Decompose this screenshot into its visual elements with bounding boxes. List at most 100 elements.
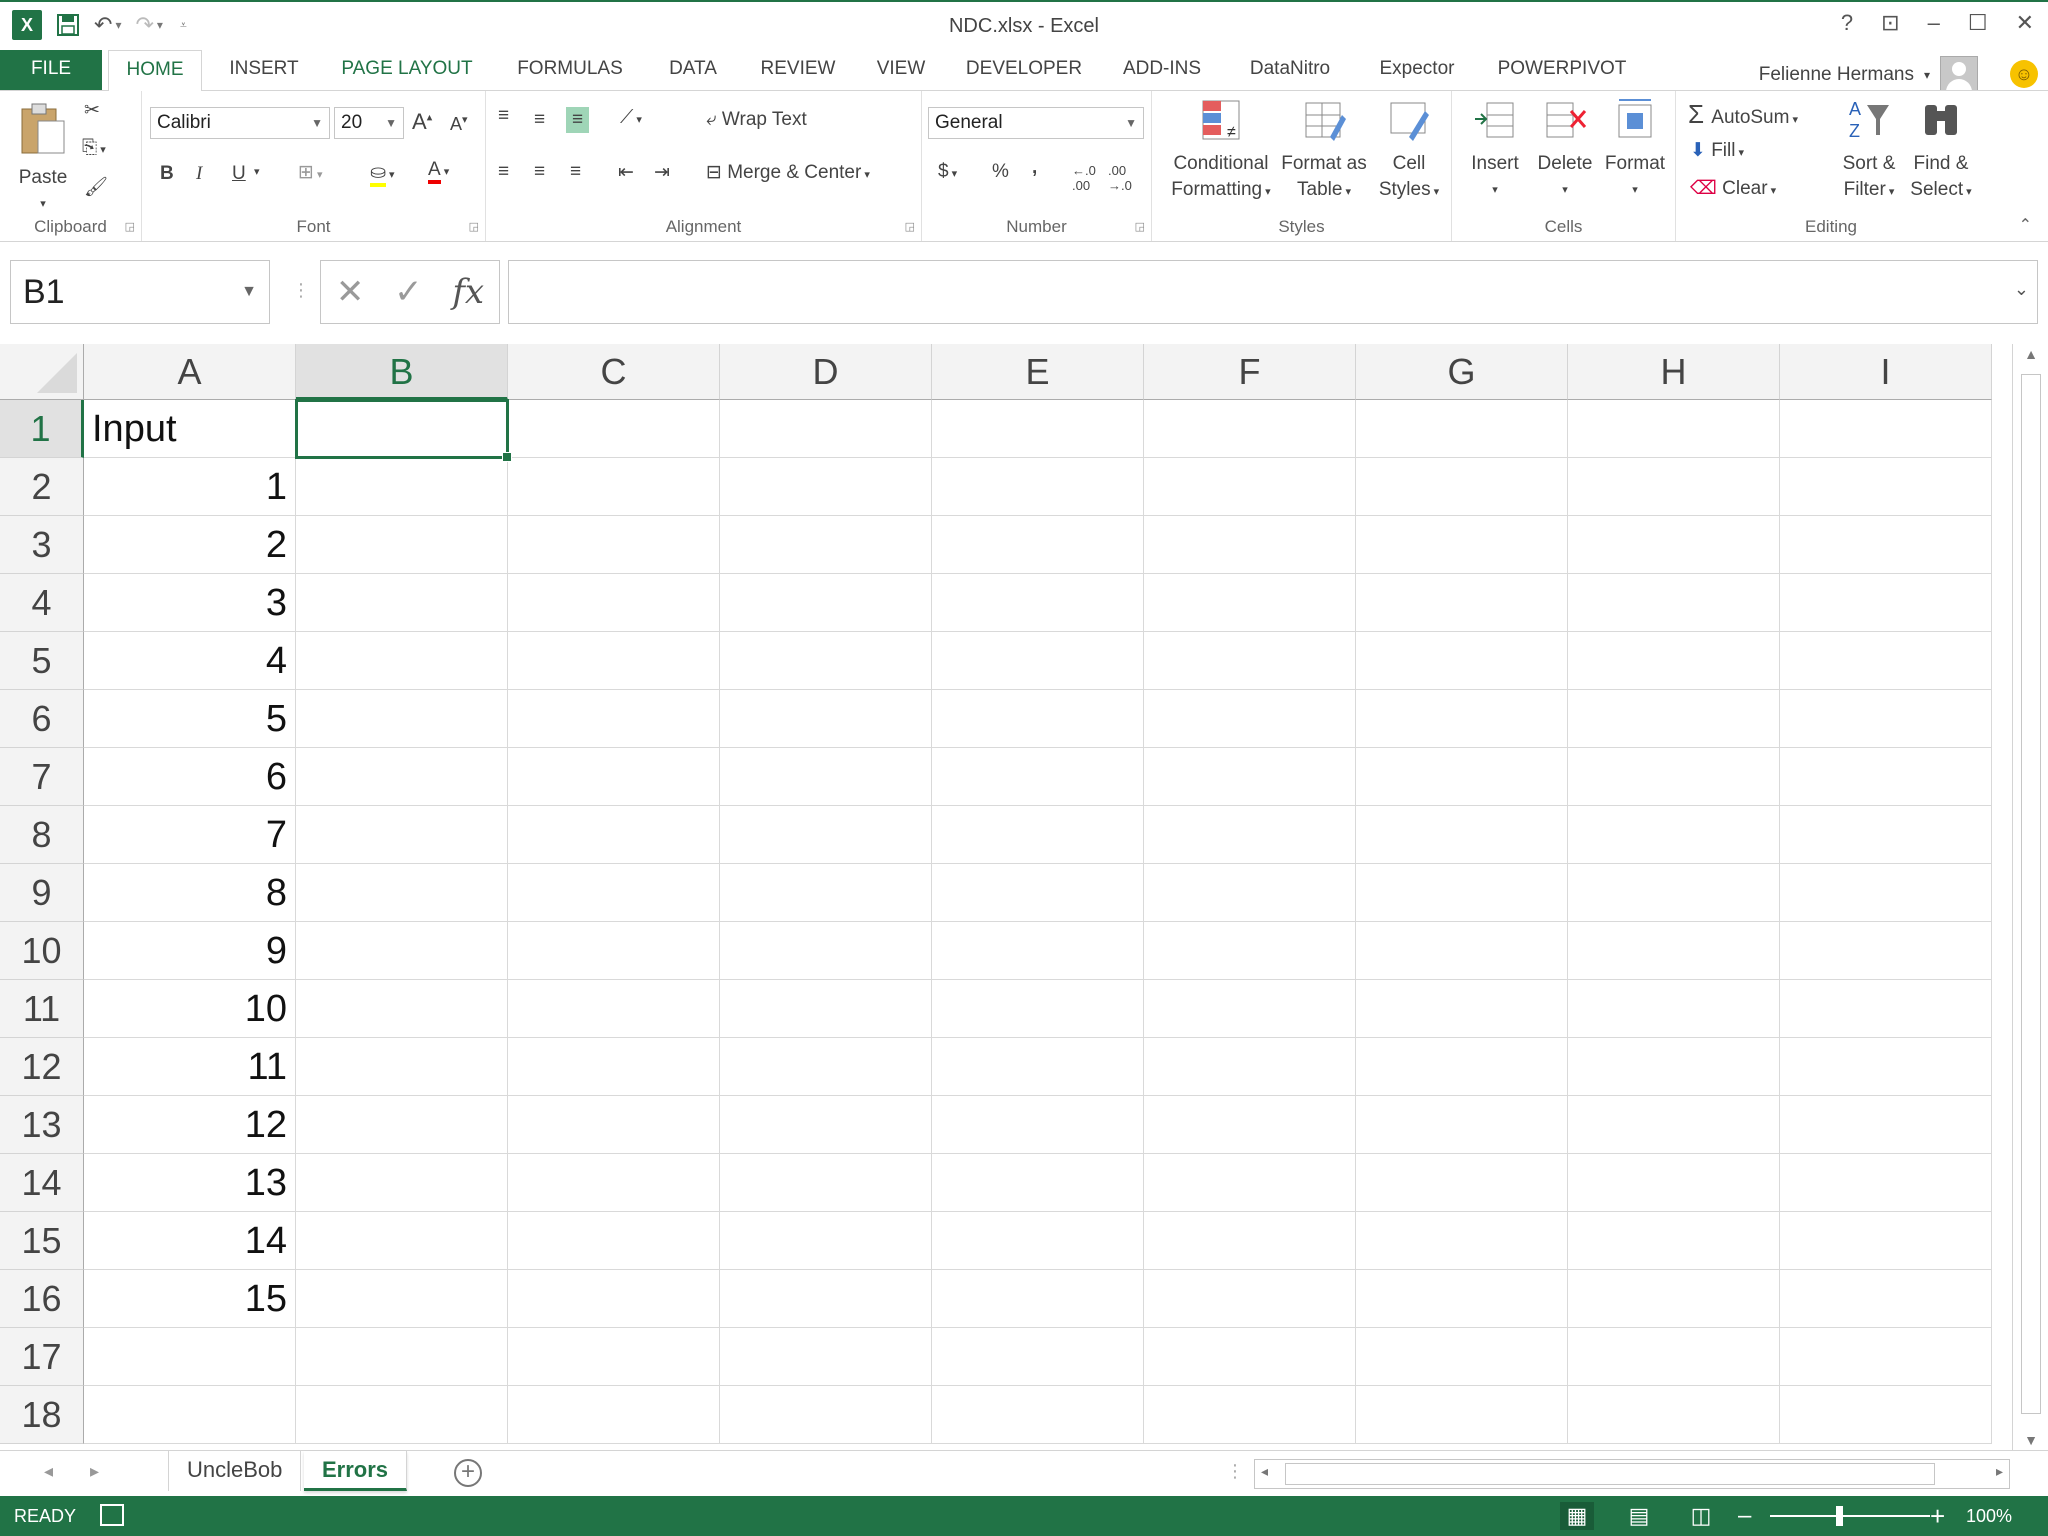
cell-g5[interactable] — [1356, 632, 1568, 690]
cell-i8[interactable] — [1780, 806, 1992, 864]
zoom-in-icon[interactable]: + — [1930, 1501, 1945, 1532]
cell-f12[interactable] — [1144, 1038, 1356, 1096]
cell-c13[interactable] — [508, 1096, 720, 1154]
cell-f7[interactable] — [1144, 748, 1356, 806]
cell-a3[interactable]: 2 — [84, 516, 296, 574]
increase-indent-icon[interactable]: ⇥ — [654, 161, 670, 184]
cell-a9[interactable]: 8 — [84, 864, 296, 922]
cell-e6[interactable] — [932, 690, 1144, 748]
name-box[interactable]: B1 ▼ — [10, 260, 270, 324]
cell-e11[interactable] — [932, 980, 1144, 1038]
cell-h13[interactable] — [1568, 1096, 1780, 1154]
column-header-a[interactable]: A — [84, 344, 296, 400]
cell-g10[interactable] — [1356, 922, 1568, 980]
cell-h1[interactable] — [1568, 400, 1780, 458]
column-header-d[interactable]: D — [720, 344, 932, 400]
cell-c12[interactable] — [508, 1038, 720, 1096]
cell-i18[interactable] — [1780, 1386, 1992, 1444]
increase-decimal-icon[interactable]: ←.0.00 — [1072, 163, 1096, 193]
borders-icon[interactable]: ⊞ ▾ — [298, 161, 323, 184]
cell-i5[interactable] — [1780, 632, 1992, 690]
vertical-scroll-thumb[interactable] — [2021, 374, 2041, 1414]
user-account[interactable]: Felienne Hermans ▾ — [1759, 56, 1978, 94]
cell-styles-button[interactable]: Cell Styles ▾ — [1374, 97, 1444, 205]
row-header-9[interactable]: 9 — [0, 864, 84, 922]
cell-b1[interactable] — [296, 400, 508, 458]
add-sheet-icon[interactable]: + — [454, 1459, 482, 1487]
cell-e1[interactable] — [932, 400, 1144, 458]
cell-b11[interactable] — [296, 980, 508, 1038]
cell-i12[interactable] — [1780, 1038, 1992, 1096]
cell-d18[interactable] — [720, 1386, 932, 1444]
cell-f18[interactable] — [1144, 1386, 1356, 1444]
wrap-text-button[interactable]: ⤶ Wrap Text — [706, 109, 807, 131]
cell-h6[interactable] — [1568, 690, 1780, 748]
cell-b9[interactable] — [296, 864, 508, 922]
maximize-icon[interactable]: ☐ — [1968, 10, 1988, 36]
cell-d15[interactable] — [720, 1212, 932, 1270]
cell-h11[interactable] — [1568, 980, 1780, 1038]
cell-c9[interactable] — [508, 864, 720, 922]
sheet-tab-errors[interactable]: Errors — [304, 1451, 408, 1491]
cell-h3[interactable] — [1568, 516, 1780, 574]
cell-a17[interactable] — [84, 1328, 296, 1386]
cell-d3[interactable] — [720, 516, 932, 574]
tab-add-ins[interactable]: ADD-INS — [1114, 50, 1210, 90]
cell-a14[interactable]: 13 — [84, 1154, 296, 1212]
row-header-2[interactable]: 2 — [0, 458, 84, 516]
bold-button[interactable]: B — [160, 163, 174, 185]
cell-e9[interactable] — [932, 864, 1144, 922]
cell-g13[interactable] — [1356, 1096, 1568, 1154]
cell-d4[interactable] — [720, 574, 932, 632]
cell-h4[interactable] — [1568, 574, 1780, 632]
cell-c5[interactable] — [508, 632, 720, 690]
scroll-up-icon[interactable]: ▲ — [2013, 346, 2048, 362]
insert-function-icon[interactable]: fx — [452, 272, 484, 312]
paste-button[interactable]: Paste ▾ — [8, 101, 78, 217]
cell-f9[interactable] — [1144, 864, 1356, 922]
cell-i9[interactable] — [1780, 864, 1992, 922]
cell-h16[interactable] — [1568, 1270, 1780, 1328]
cell-c1[interactable] — [508, 400, 720, 458]
cell-h7[interactable] — [1568, 748, 1780, 806]
cell-e10[interactable] — [932, 922, 1144, 980]
select-all-corner[interactable] — [0, 344, 84, 400]
row-header-18[interactable]: 18 — [0, 1386, 84, 1444]
column-header-h[interactable]: H — [1568, 344, 1780, 400]
minimize-icon[interactable]: – — [1928, 10, 1940, 36]
cell-f14[interactable] — [1144, 1154, 1356, 1212]
help-icon[interactable]: ? — [1841, 10, 1853, 36]
cell-d9[interactable] — [720, 864, 932, 922]
row-header-5[interactable]: 5 — [0, 632, 84, 690]
font-color-icon[interactable]: A ▾ — [428, 159, 449, 184]
dialog-launcher-icon[interactable]: ◲ — [125, 220, 135, 233]
vertical-scrollbar[interactable]: ▲ ▼ — [2012, 344, 2048, 1450]
cell-h18[interactable] — [1568, 1386, 1780, 1444]
tab-file[interactable]: FILE — [0, 50, 102, 90]
cell-i7[interactable] — [1780, 748, 1992, 806]
cell-c16[interactable] — [508, 1270, 720, 1328]
cell-i3[interactable] — [1780, 516, 1992, 574]
horizontal-scrollbar[interactable]: ◂ ▸ — [1254, 1459, 2010, 1489]
next-sheet-icon[interactable]: ▸ — [90, 1461, 99, 1482]
tab-expector[interactable]: Expector — [1370, 50, 1464, 90]
cell-f13[interactable] — [1144, 1096, 1356, 1154]
sheet-tab-unclebob[interactable]: UncleBob — [168, 1451, 302, 1491]
cell-f5[interactable] — [1144, 632, 1356, 690]
cell-b5[interactable] — [296, 632, 508, 690]
cell-c7[interactable] — [508, 748, 720, 806]
cell-g18[interactable] — [1356, 1386, 1568, 1444]
cell-c11[interactable] — [508, 980, 720, 1038]
cell-b4[interactable] — [296, 574, 508, 632]
cell-b17[interactable] — [296, 1328, 508, 1386]
ribbon-display-options-icon[interactable]: ⊡ — [1881, 10, 1899, 36]
tab-powerpivot[interactable]: POWERPIVOT — [1492, 50, 1632, 90]
cell-c8[interactable] — [508, 806, 720, 864]
row-header-17[interactable]: 17 — [0, 1328, 84, 1386]
macro-recording-icon[interactable] — [100, 1504, 124, 1526]
cell-b6[interactable] — [296, 690, 508, 748]
cell-d5[interactable] — [720, 632, 932, 690]
cell-h10[interactable] — [1568, 922, 1780, 980]
currency-format-button[interactable]: $ ▾ — [938, 161, 957, 183]
previous-sheet-icon[interactable]: ◂ — [44, 1461, 53, 1482]
